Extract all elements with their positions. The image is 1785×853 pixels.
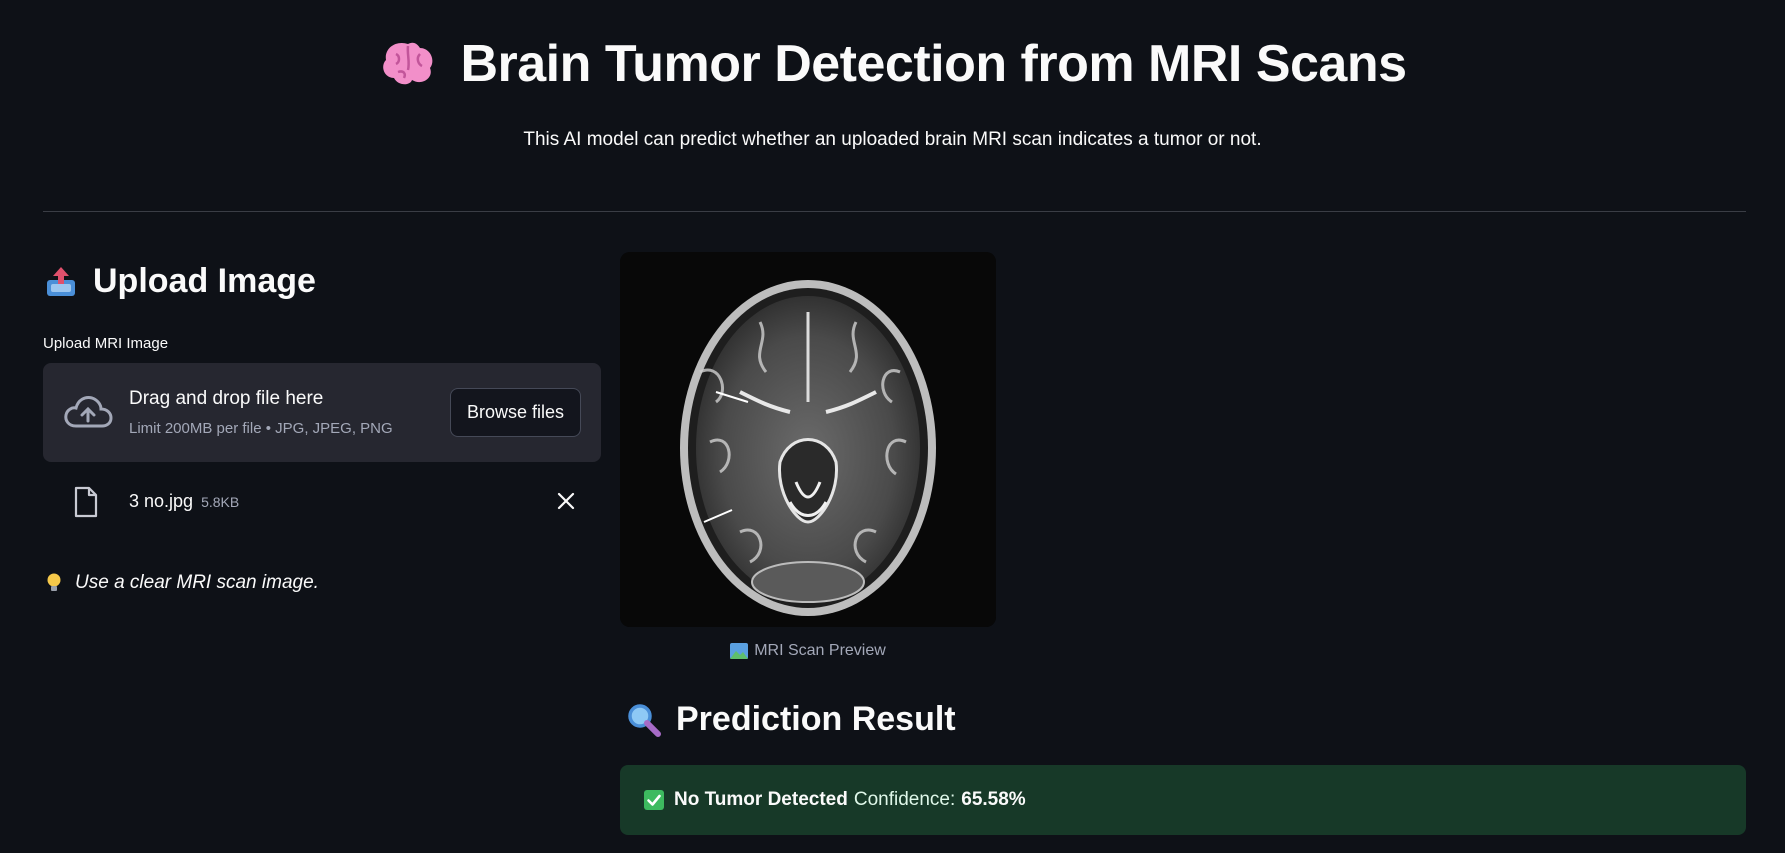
page-subtitle: This AI model can predict whether an upl…: [523, 129, 1262, 150]
upload-field-label: Upload MRI Image: [43, 335, 169, 352]
prediction-heading: Prediction Result: [626, 700, 956, 739]
uploaded-file-row: 3 no.jpg 5.8KB: [43, 474, 601, 528]
upload-section: Upload Image Upload MRI Image Drag and d…: [43, 262, 601, 594]
outbox-tray-icon: [47, 266, 75, 296]
file-dropzone[interactable]: Drag and drop file here Limit 200MB per …: [43, 363, 601, 462]
confidence-label: Confidence:: [853, 789, 956, 810]
page-title: Brain Tumor Detection from MRI Scans: [378, 34, 1407, 94]
mri-scan-graphic: [620, 252, 996, 627]
upload-heading-text: Upload Image: [93, 262, 316, 300]
lightbulb-icon: [47, 573, 61, 591]
remove-file-icon[interactable]: [555, 490, 577, 512]
upload-heading: Upload Image: [43, 262, 601, 301]
picture-icon: [730, 643, 749, 659]
cloud-upload-icon: [64, 396, 113, 428]
confidence-value: 65.58%: [961, 789, 1026, 810]
prediction-result-alert: No Tumor Detected Confidence: 65.58%: [620, 765, 1746, 835]
page-header: Brain Tumor Detection from MRI Scans Thi…: [0, 34, 1785, 151]
browse-files-button[interactable]: Browse files: [450, 388, 581, 437]
app-page: Brain Tumor Detection from MRI Scans Thi…: [0, 0, 1785, 853]
dropzone-instruction: Drag and drop file here: [129, 388, 324, 409]
upload-tip: Use a clear MRI scan image.: [43, 572, 601, 594]
magnifier-icon: [628, 703, 661, 737]
uploaded-file-name: 3 no.jpg 5.8KB: [129, 491, 239, 512]
result-status: No Tumor Detected: [674, 789, 848, 810]
tip-text: Use a clear MRI scan image.: [75, 572, 319, 593]
mri-scan-image: [620, 252, 996, 627]
mri-preview-caption: MRI Scan Preview: [620, 642, 996, 660]
prediction-heading-text: Prediction Result: [676, 700, 956, 738]
dropzone-limit: Limit 200MB per file • JPG, JPEG, PNG: [129, 420, 393, 437]
file-icon: [74, 486, 98, 518]
title-text: Brain Tumor Detection from MRI Scans: [460, 35, 1407, 93]
check-icon: [644, 790, 664, 810]
file-name-text: 3 no.jpg: [129, 491, 194, 511]
file-size: 5.8KB: [201, 494, 240, 510]
brain-icon: [383, 42, 433, 85]
caption-text: MRI Scan Preview: [754, 642, 886, 659]
dropzone-text: Drag and drop file here Limit 200MB per …: [129, 388, 393, 437]
header-divider: [43, 211, 1746, 212]
